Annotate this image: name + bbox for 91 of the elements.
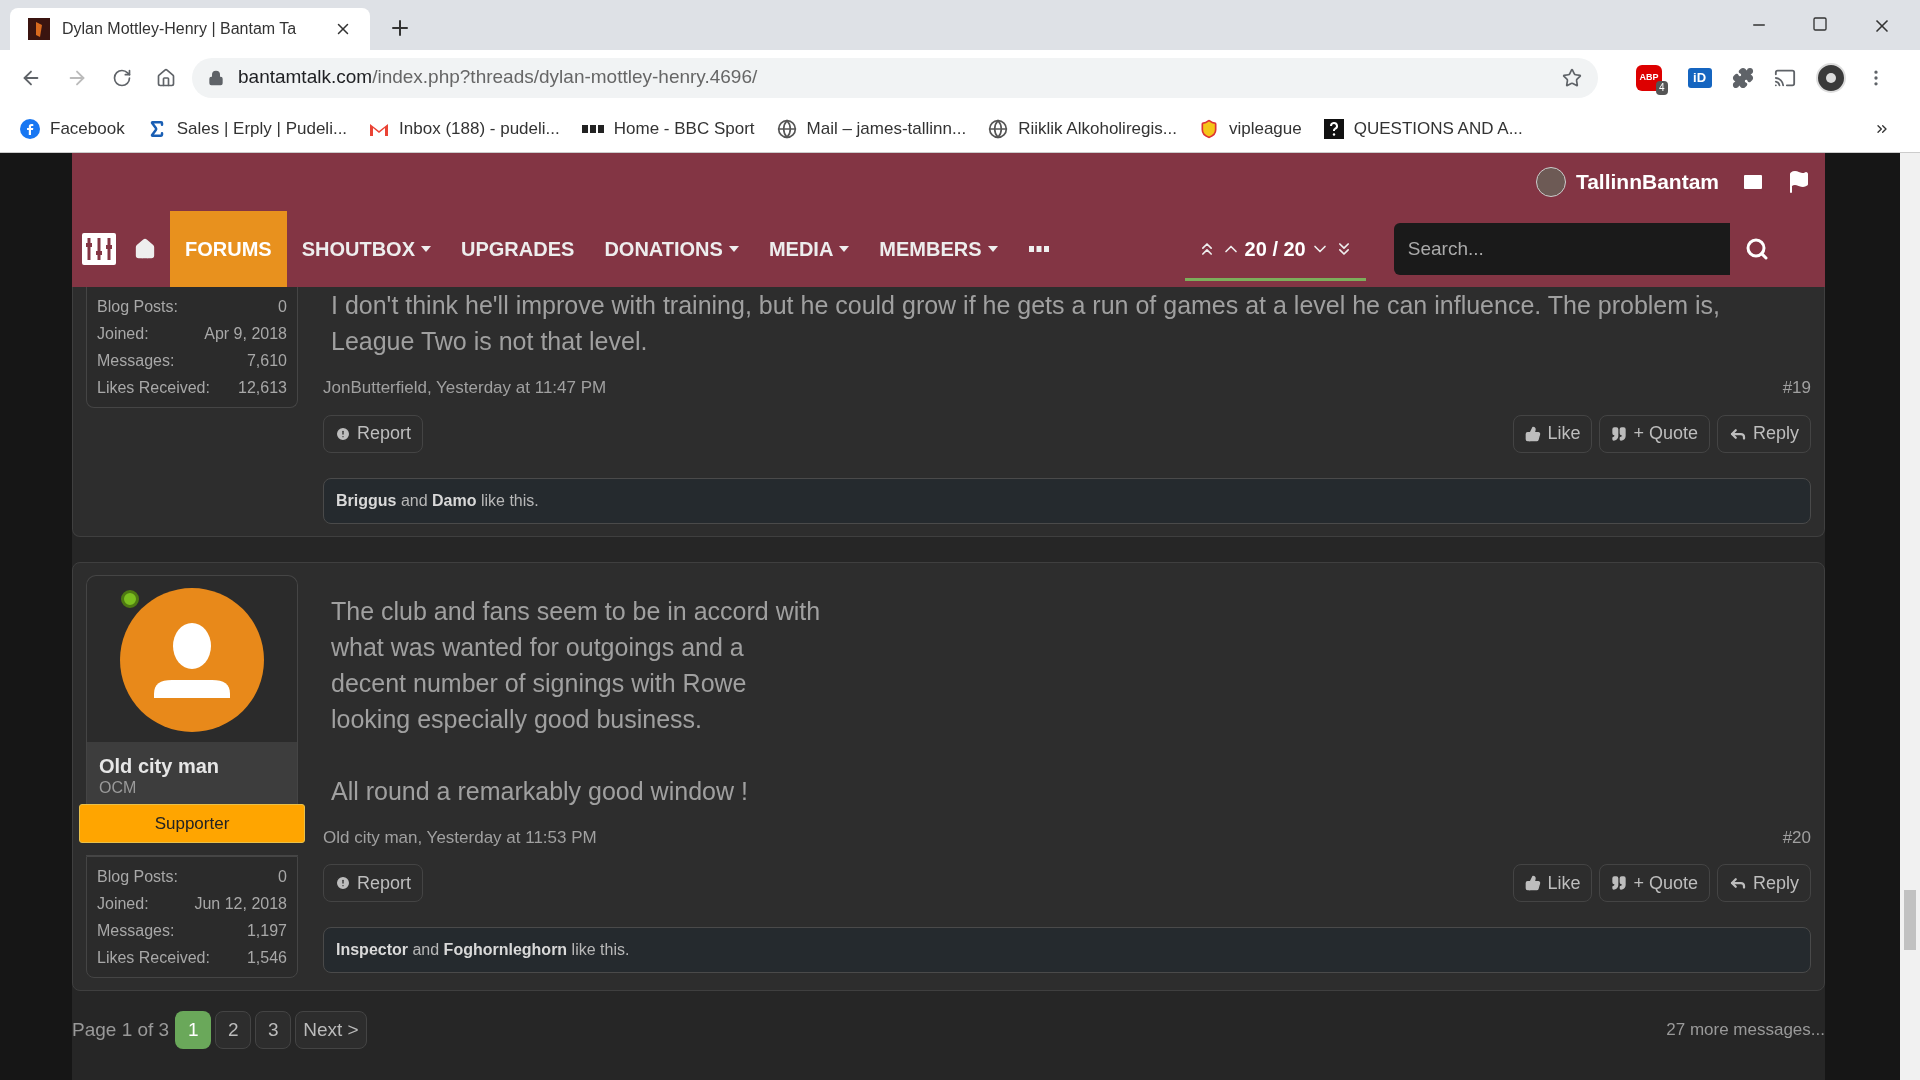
like-button[interactable]: Like — [1513, 864, 1593, 902]
post-paragraph: All round a remarkably good window ! — [331, 775, 749, 807]
avatar-icon[interactable] — [120, 587, 264, 732]
stat-label: Joined: — [97, 894, 149, 914]
quote-icon — [1611, 875, 1628, 891]
search-icon — [1744, 237, 1769, 261]
quote-icon — [1611, 425, 1628, 442]
stat-label: Blog Posts: — [97, 867, 178, 887]
question-icon — [1323, 118, 1344, 139]
page-button[interactable]: 3 — [255, 1011, 292, 1049]
post-byline[interactable]: Old city man, Yesterday at 11:53 PM — [323, 824, 597, 850]
stat-label: Joined: — [97, 324, 149, 344]
nav-tab[interactable]: MEMBERS — [864, 211, 1013, 287]
bookmark-link[interactable]: vipleague — [1228, 115, 1302, 142]
report-button[interactable]: Report — [323, 414, 424, 453]
page-label: Page 1 of 3 — [72, 1017, 170, 1042]
stat-value: 7,610 — [246, 351, 287, 371]
likes-summary: Inspector and Foghornleghorn like this. — [336, 940, 630, 960]
stat-value: 0 — [278, 297, 287, 317]
bookmark-star-icon[interactable] — [1562, 67, 1582, 88]
reload-icon[interactable] — [112, 67, 132, 88]
home-icon — [134, 238, 156, 260]
tab-favicon — [28, 18, 50, 40]
search-field[interactable]: Search... — [1393, 223, 1730, 275]
extensions-icon[interactable] — [1731, 66, 1754, 89]
nav-tab[interactable]: UPGRADES — [446, 211, 590, 287]
reply-button[interactable]: Reply — [1716, 864, 1811, 902]
stat-label: Likes Received: — [97, 378, 210, 398]
stat-value: 12,613 — [238, 378, 287, 398]
facebook-icon — [20, 118, 40, 139]
post-number-link[interactable]: #19 — [1782, 375, 1811, 401]
nav-tab[interactable]: MEDIA — [753, 211, 865, 287]
tab-title: Dylan Mottley-Henry | Bantam Ta — [62, 19, 298, 39]
nav-tab[interactable]: DONATIONS — [589, 211, 754, 287]
stat-value: Jun 12, 2018 — [194, 894, 287, 914]
thumbs-up-icon — [1525, 425, 1542, 442]
bookmark-link[interactable]: Facebook — [50, 115, 125, 142]
like-button[interactable]: Like — [1513, 414, 1593, 453]
site-logo[interactable] — [82, 233, 116, 265]
ellipsis-icon — [1028, 246, 1049, 252]
likes-summary: Briggus and Damo like this. — [336, 490, 539, 511]
restore-icon[interactable] — [1812, 16, 1828, 32]
browser-tab[interactable]: Dylan Mottley-Henry | Bantam Ta — [10, 8, 370, 50]
lock-icon[interactable] — [208, 69, 224, 86]
home-icon[interactable] — [156, 67, 176, 88]
bookmark-link[interactable]: Inbox (188) - pudeli... — [399, 115, 560, 142]
id-icon[interactable]: iD — [1687, 67, 1712, 88]
globe-icon — [776, 118, 797, 139]
reply-button[interactable]: Reply — [1716, 414, 1811, 453]
stat-label: Messages: — [97, 351, 175, 371]
next-page-button[interactable]: Next > — [295, 1011, 367, 1049]
post-counter: 20 / 20 — [1244, 237, 1306, 262]
stat-label: Likes Received: — [97, 948, 210, 968]
stat-value: 1,197 — [246, 921, 287, 941]
stat-value: 0 — [278, 867, 287, 887]
search-input[interactable]: Search... — [1407, 234, 1716, 264]
post-paragraph: The club and fans seem to be in accord with what was wanted for outgoings and a decent number of signings with Rowe looking especially good business. — [331, 595, 822, 735]
alerts-icon[interactable] — [1787, 170, 1811, 194]
username-link[interactable]: Old city man — [99, 753, 285, 778]
bookmark-link[interactable]: Mail – james-tallinn... — [806, 115, 967, 142]
count-badge: 4 — [1656, 80, 1668, 95]
alert-icon — [335, 425, 351, 442]
address-bar[interactable]: bantamtalk.com/index.php?threads/dylan-mottley-henry.4696/ — [192, 57, 1598, 98]
post-byline[interactable]: JonButterfield, Yesterday at 11:47 PM — [323, 375, 607, 401]
profile-avatar[interactable] — [1815, 62, 1846, 93]
bookmark-link[interactable]: Sales | Erply | Pudeli... — [176, 115, 348, 142]
blocks-icon — [581, 124, 604, 133]
stat-label: Blog Posts: — [97, 297, 178, 317]
alert-icon — [335, 875, 351, 891]
post-number-link[interactable]: #20 — [1782, 824, 1811, 850]
report-button[interactable]: Report — [323, 864, 424, 902]
bookmark-link[interactable]: Riiklik Alkoholiregis... — [1018, 115, 1177, 142]
thumbs-up-icon — [1525, 875, 1542, 891]
url-text: bantamtalk.com/index.php?threads/dylan-mottley-henry.4696/ — [238, 65, 759, 90]
scrollbar[interactable] — [1900, 153, 1920, 1080]
bookmark-link[interactable]: Home - BBC Sport — [613, 115, 755, 142]
user-avatar[interactable] — [1535, 167, 1566, 197]
quote-button[interactable]: + Quote — [1599, 864, 1710, 902]
page-button[interactable]: 2 — [215, 1011, 252, 1049]
supporter-banner: Supporter — [79, 803, 305, 843]
nav-tab[interactable]: SHOUTBOX — [286, 211, 446, 287]
user-title: OCM — [99, 777, 138, 798]
bookmark-link[interactable]: QUESTIONS AND A... — [1353, 115, 1523, 142]
stat-label: Messages: — [97, 921, 175, 941]
quote-button[interactable]: + Quote — [1599, 414, 1710, 453]
globe-icon — [988, 118, 1009, 139]
stat-value: 1,546 — [246, 948, 287, 968]
username-link[interactable]: TallinnBantam — [1575, 166, 1719, 198]
post-paragraph: I don't think he'll improve with training, but he could grow if he gets a run of games at a level he can influence. The problem is, League Two is not that level. — [331, 290, 1722, 357]
more-messages-link[interactable]: 27 more messages... — [1666, 1017, 1825, 1043]
stat-value: Apr 9, 2018 — [204, 324, 287, 344]
